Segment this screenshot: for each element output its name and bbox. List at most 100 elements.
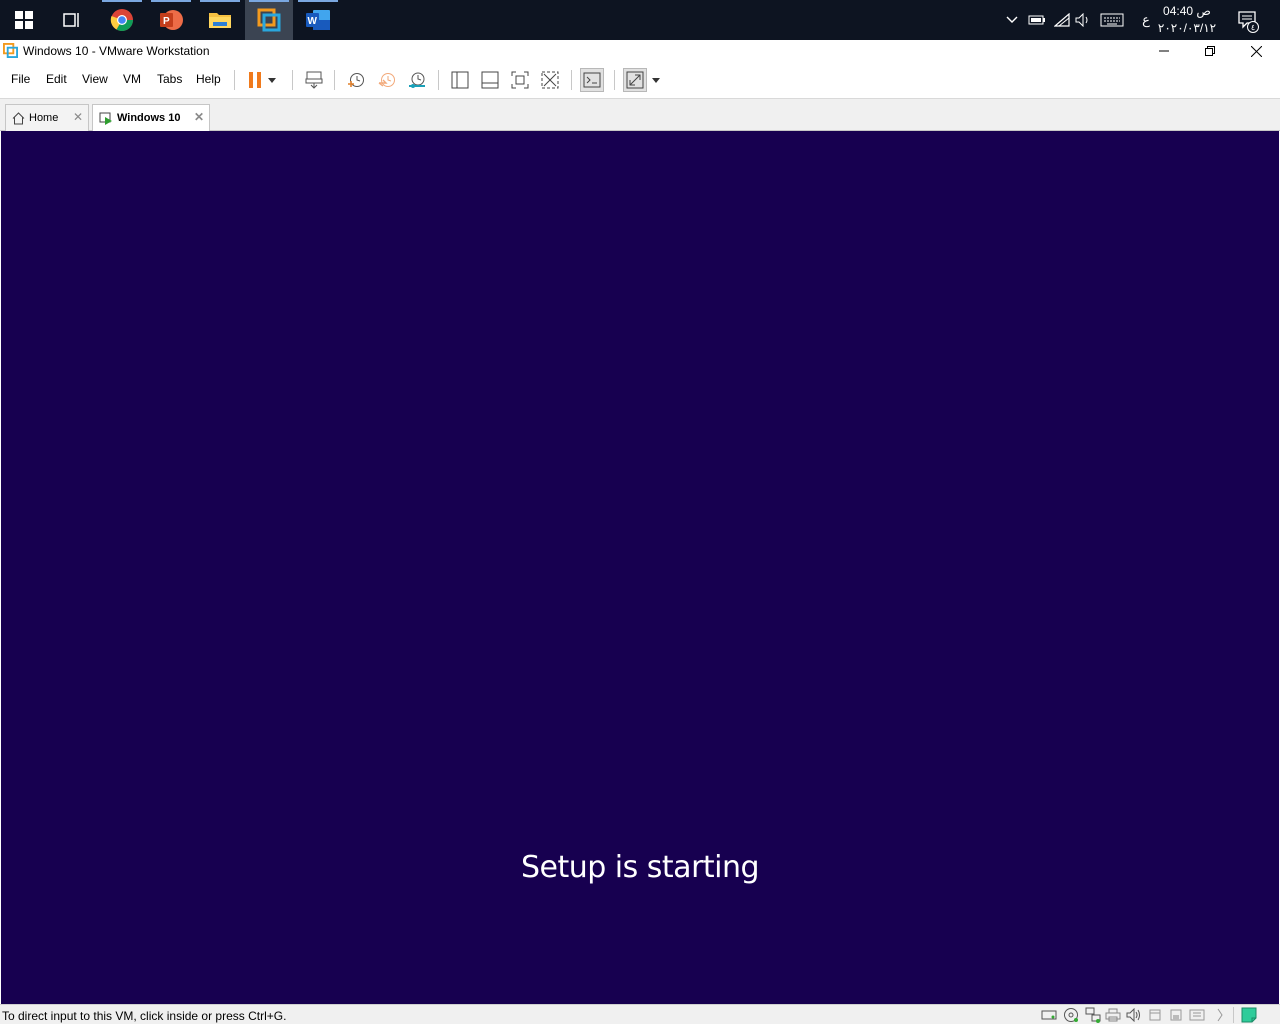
restore-button[interactable]	[1187, 40, 1233, 62]
vm-message-log[interactable]	[1241, 1007, 1257, 1023]
taskbar-powerpoint[interactable]: P	[147, 0, 195, 40]
toolbar-separator	[292, 70, 293, 90]
send-ctrl-alt-del-button[interactable]	[302, 68, 326, 92]
vm-running-icon	[99, 112, 113, 125]
tab-windows-10-label: Windows 10	[117, 112, 181, 124]
printer-icon	[1105, 1008, 1121, 1022]
removable-device-icon	[1170, 1009, 1182, 1021]
show-library-button[interactable]	[448, 68, 472, 92]
unity-button[interactable]	[538, 68, 562, 92]
library-icon	[451, 71, 469, 89]
tab-windows-10-close-icon[interactable]: ✕	[194, 110, 204, 124]
snapshot-manager-icon	[409, 72, 425, 88]
taskbar-vmware[interactable]	[245, 0, 293, 40]
close-button[interactable]	[1233, 40, 1279, 62]
taskbar-file-explorer[interactable]	[196, 0, 244, 40]
toolbar-separator	[234, 70, 235, 90]
restore-icon	[1205, 46, 1215, 56]
vm-display[interactable]: Setup is starting	[1, 131, 1279, 1004]
minimize-button[interactable]	[1141, 40, 1187, 62]
console-icon	[583, 72, 601, 88]
show-hidden-icons-button[interactable]	[1002, 0, 1022, 40]
vmware-app-icon	[3, 43, 18, 58]
send-keys-icon	[305, 71, 323, 89]
sound-card-status[interactable]	[1126, 1007, 1142, 1023]
menu-file[interactable]: File	[11, 72, 30, 86]
toolbar-separator	[334, 70, 335, 90]
menu-edit[interactable]: Edit	[46, 72, 67, 86]
close-icon	[1250, 45, 1262, 57]
more-icon	[1217, 1008, 1223, 1022]
usb-device-status[interactable]	[1147, 1007, 1163, 1023]
home-icon	[12, 111, 25, 125]
clock-time: 04:40 ص	[1163, 4, 1211, 18]
hard-disk-status[interactable]	[1041, 1007, 1057, 1023]
message-log-icon	[1241, 1007, 1257, 1023]
touch-keyboard-tray[interactable]	[1098, 0, 1126, 40]
vmware-icon	[257, 8, 281, 32]
window-title: Windows 10 - VMware Workstation	[23, 44, 210, 58]
action-center-button[interactable]: ٤	[1234, 0, 1262, 40]
stretch-options-dropdown[interactable]	[648, 68, 664, 92]
revert-snapshot-button[interactable]	[375, 68, 399, 92]
stretch-guest-button[interactable]	[623, 68, 647, 92]
thumbnail-bar-icon	[481, 71, 499, 89]
revert-icon	[378, 73, 395, 87]
task-view-icon	[63, 13, 79, 27]
hard-disk-icon	[1041, 1010, 1057, 1020]
notification-badge: ٤	[1247, 21, 1259, 33]
power-options-dropdown[interactable]	[264, 68, 280, 92]
sound-card-icon	[1126, 1008, 1140, 1022]
unity-icon	[541, 71, 559, 89]
menu-help[interactable]: Help	[196, 72, 221, 86]
menu-toolbar: File Edit View VM Tabs Help	[0, 62, 1280, 98]
battery-icon	[1028, 15, 1045, 25]
chevron-down-icon	[1006, 16, 1018, 23]
taskbar-word[interactable]: W	[294, 0, 342, 40]
statusbar-separator	[1233, 1007, 1234, 1023]
tab-home[interactable]: Home ✕	[5, 104, 89, 131]
status-bar: To direct input to this VM, click inside…	[0, 1004, 1280, 1024]
network-tray[interactable]	[1051, 0, 1073, 40]
dropdown-arrow-icon	[268, 77, 276, 83]
show-thumbnail-bar-button[interactable]	[478, 68, 502, 92]
chrome-icon	[110, 9, 133, 31]
display-status[interactable]	[1189, 1007, 1205, 1023]
printer-status[interactable]	[1105, 1007, 1121, 1023]
setup-status-message: Setup is starting	[520, 850, 760, 885]
tab-windows-10[interactable]: Windows 10 ✕	[92, 104, 210, 131]
taskbar-chrome[interactable]	[98, 0, 146, 40]
network-adapter-status[interactable]	[1085, 1007, 1101, 1023]
window-titlebar[interactable]: Windows 10 - VMware Workstation	[0, 40, 1280, 62]
removable-device-status[interactable]	[1168, 1007, 1184, 1023]
menu-vm[interactable]: VM	[123, 72, 141, 86]
powerpoint-icon: P	[160, 10, 183, 30]
snapshot-manager-button[interactable]	[405, 68, 429, 92]
start-icon	[15, 11, 33, 29]
word-icon: W	[306, 10, 330, 30]
stretch-icon	[626, 71, 644, 89]
file-explorer-icon	[209, 13, 231, 28]
svg-text:P: P	[163, 16, 170, 27]
full-screen-button[interactable]	[508, 68, 532, 92]
clock[interactable]: 04:40 ص ٢٠٢٠/٠٣/١٢	[1152, 3, 1222, 37]
volume-tray[interactable]	[1073, 0, 1093, 40]
menu-view[interactable]: View	[82, 72, 108, 86]
menu-tabs[interactable]: Tabs	[157, 72, 182, 86]
clock-date: ٢٠٢٠/٠٣/١٢	[1157, 21, 1217, 35]
speaker-icon	[1075, 13, 1088, 27]
wifi-icon	[1054, 13, 1070, 27]
tab-home-close-icon[interactable]: ✕	[73, 110, 83, 124]
start-button[interactable]	[0, 0, 48, 40]
cd-dvd-status[interactable]	[1063, 1007, 1079, 1023]
battery-tray[interactable]	[1026, 0, 1048, 40]
svg-text:W: W	[308, 16, 318, 27]
console-view-button[interactable]	[580, 68, 604, 92]
tab-home-label: Home	[29, 112, 59, 124]
take-snapshot-button[interactable]	[344, 68, 368, 92]
windows-taskbar: P W ع 04:40 ص ٢٠٢٠/٠٣/١٢ ٤	[0, 0, 1280, 40]
task-view-button[interactable]	[48, 0, 96, 40]
snapshot-icon	[348, 73, 364, 87]
more-devices-status[interactable]	[1212, 1007, 1228, 1023]
minimize-icon	[1159, 50, 1169, 52]
